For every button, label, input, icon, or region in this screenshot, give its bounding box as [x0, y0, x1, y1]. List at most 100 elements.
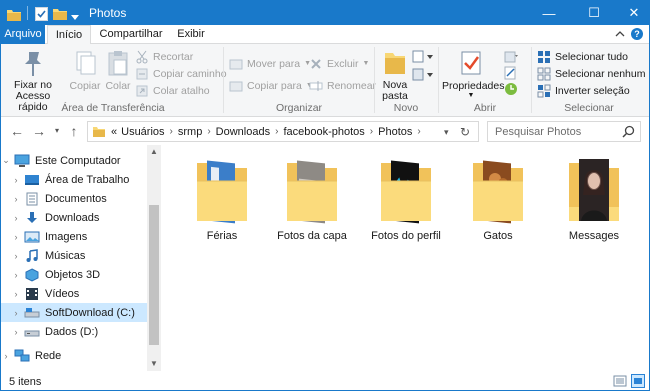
recent-locations-icon[interactable]: ▾	[49, 123, 65, 139]
expand-chevron-icon[interactable]: ›	[1, 351, 11, 361]
new-item-icon[interactable]	[412, 50, 434, 64]
nav-item-drive-c[interactable]: › SoftDownload (C:)	[1, 303, 147, 322]
properties-quick-icon[interactable]	[35, 6, 48, 22]
expand-chevron-icon[interactable]: ›	[11, 175, 21, 185]
breadcrumb-chevron-icon[interactable]: ›	[367, 126, 376, 137]
breadcrumb-overflow[interactable]: «	[109, 126, 119, 138]
folder-item[interactable]: Messages	[547, 157, 641, 242]
ribbon-divider	[531, 47, 532, 113]
easy-access-icon[interactable]	[412, 68, 434, 82]
cut-button[interactable]: Recortar	[135, 49, 193, 65]
paste-button[interactable]: Colar	[102, 48, 134, 92]
folder-photo-icon	[381, 160, 431, 224]
status-bar: 5 itens	[1, 371, 649, 390]
collapse-chevron-icon[interactable]: ⌄	[1, 155, 11, 166]
tab-share[interactable]: Compartilhar	[96, 25, 166, 44]
rename-button[interactable]: Renomear	[309, 78, 376, 94]
folder-item[interactable]: Férias	[175, 157, 269, 242]
delete-x-icon	[311, 59, 321, 69]
nav-item-videos[interactable]: › Vídeos	[11, 284, 157, 303]
folder-item[interactable]: Fotos da capa	[265, 157, 359, 242]
expand-chevron-icon[interactable]: ›	[11, 270, 21, 280]
expand-chevron-icon[interactable]: ›	[11, 251, 21, 261]
expand-chevron-icon[interactable]: ›	[11, 213, 21, 223]
tab-view[interactable]: Exibir	[171, 25, 211, 44]
new-folder-icon	[385, 53, 405, 74]
details-view-icon[interactable]	[613, 374, 627, 388]
copy-button[interactable]: Copiar	[67, 48, 103, 92]
nav-item-desktop[interactable]: › Área de Trabalho	[11, 170, 157, 189]
paste-icon	[108, 51, 128, 76]
breadcrumb-item[interactable]: srmp	[176, 126, 204, 138]
nav-item-label: Vídeos	[45, 287, 80, 300]
address-bar[interactable]: « Usuários › srmp › Downloads › facebook…	[87, 121, 479, 142]
expand-chevron-icon[interactable]: ›	[11, 194, 21, 204]
expand-chevron-icon[interactable]: ›	[11, 289, 21, 299]
search-box[interactable]	[487, 121, 641, 142]
move-to-button[interactable]: Mover para ▼	[229, 56, 311, 72]
nav-item-music[interactable]: › Músicas	[11, 246, 157, 265]
history-icon[interactable]	[504, 82, 518, 96]
nav-item-label: Rede	[35, 349, 62, 362]
large-icons-view-icon[interactable]	[631, 374, 645, 388]
minimize-button[interactable]: —	[529, 1, 569, 25]
scroll-down-icon[interactable]: ▼	[147, 357, 161, 371]
nav-item-drive-d[interactable]: › Dados (D:)	[11, 322, 157, 341]
folder-item[interactable]: Fotos do perfil	[359, 157, 453, 242]
tab-home[interactable]: Início	[47, 25, 91, 45]
folder-item[interactable]: Gatos	[451, 157, 545, 242]
scroll-up-icon[interactable]: ▲	[147, 145, 161, 159]
folder-name: Fotos da capa	[277, 230, 347, 242]
downloads-icon	[27, 211, 37, 223]
tab-file[interactable]: Arquivo	[1, 25, 45, 44]
breadcrumb-chevron-icon[interactable]: ›	[204, 126, 213, 137]
forward-arrow-icon[interactable]: →	[31, 123, 47, 139]
breadcrumb-item[interactable]: facebook-photos	[281, 126, 366, 138]
breadcrumb-chevron-icon[interactable]: ›	[272, 126, 281, 137]
invert-selection-button[interactable]: Inverter seleção	[537, 83, 630, 99]
invert-selection-icon	[537, 84, 551, 98]
edit-icon[interactable]	[504, 66, 518, 80]
back-arrow-icon[interactable]: ←	[9, 123, 25, 139]
maximize-button[interactable]: ☐	[574, 1, 614, 25]
close-button[interactable]: ✕	[614, 1, 649, 25]
expand-chevron-icon[interactable]: ›	[11, 232, 21, 242]
nav-item-3d-objects[interactable]: › Objetos 3D	[11, 265, 157, 284]
folder-name: Férias	[206, 230, 238, 242]
new-folder-label: Nova pasta	[382, 79, 408, 102]
new-folder-button[interactable]: Nova pasta	[379, 48, 411, 102]
delete-button[interactable]: Excluir ▼	[309, 56, 369, 72]
select-all-button[interactable]: Selecionar tudo	[537, 49, 628, 65]
nav-item-label: Músicas	[45, 249, 86, 262]
help-button[interactable]: ?	[631, 28, 643, 40]
navigation-scrollbar[interactable]: ▲ ▼	[147, 145, 161, 371]
nav-item-documents[interactable]: › Documentos	[11, 189, 157, 208]
collapse-ribbon-icon[interactable]	[615, 29, 625, 39]
scrollbar-thumb[interactable]	[149, 205, 159, 345]
copy-path-button[interactable]: Copiar caminho	[135, 66, 227, 82]
address-dropdown-icon[interactable]: ▾	[444, 125, 456, 139]
nav-item-this-pc[interactable]: ⌄ Este Computador	[1, 151, 147, 170]
nav-item-network[interactable]: › Rede	[1, 346, 147, 365]
quick-access-dropdown-icon[interactable]	[71, 10, 79, 26]
up-arrow-icon[interactable]: ↑	[66, 123, 82, 139]
properties-button[interactable]: Propriedades ▼	[442, 48, 504, 100]
open-icon[interactable]	[504, 50, 518, 64]
copy-to-button[interactable]: Copiar para ▼	[229, 78, 313, 94]
expand-chevron-icon[interactable]: ›	[11, 308, 21, 318]
nav-item-pictures[interactable]: › Imagens	[11, 227, 157, 246]
select-none-button[interactable]: Selecionar nenhum	[537, 66, 645, 82]
open-group-label: Abrir	[473, 102, 497, 114]
breadcrumb-item[interactable]: Downloads	[214, 126, 272, 138]
organize-group-label: Organizar	[275, 102, 323, 114]
refresh-icon[interactable]: ↻	[460, 125, 474, 139]
nav-item-downloads[interactable]: › Downloads	[11, 208, 157, 227]
breadcrumb-chevron-icon[interactable]: ›	[414, 126, 423, 137]
paste-shortcut-button[interactable]: Colar atalho	[135, 83, 210, 99]
search-input[interactable]	[488, 122, 618, 141]
breadcrumb-item[interactable]: Usuários	[119, 126, 166, 138]
expand-chevron-icon[interactable]: ›	[11, 327, 21, 337]
new-folder-quick-icon[interactable]	[53, 6, 67, 22]
breadcrumb-item[interactable]: Photos	[376, 126, 414, 138]
breadcrumb-chevron-icon[interactable]: ›	[167, 126, 176, 137]
